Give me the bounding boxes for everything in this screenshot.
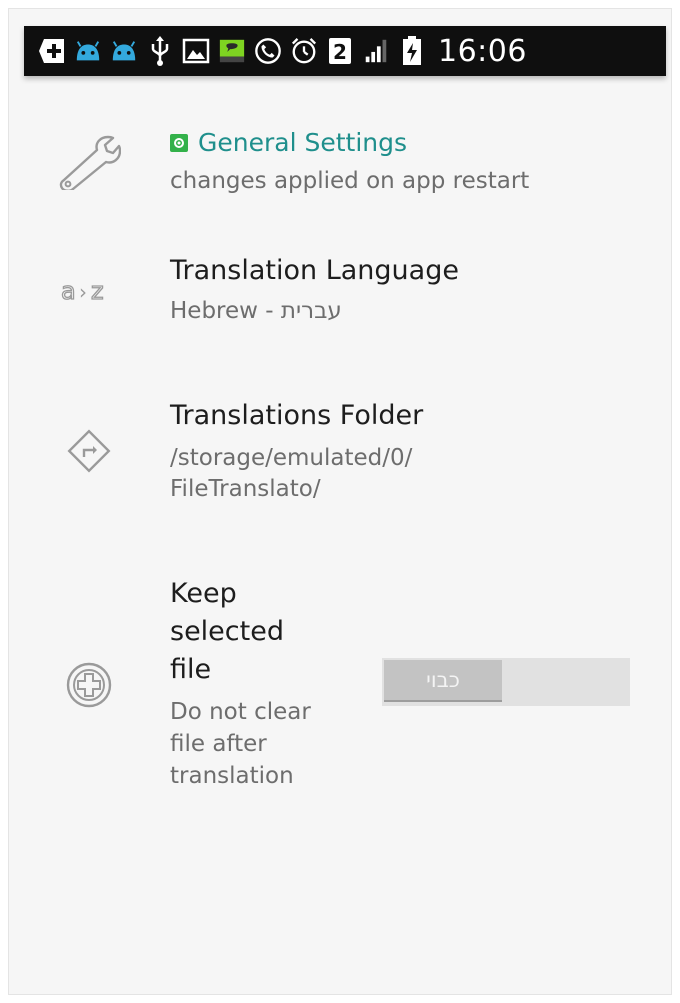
android-icon (74, 35, 102, 67)
image-icon (182, 35, 210, 67)
translations-folder-path-line2: FileTranslato/ (170, 476, 321, 502)
add-circle-icon (54, 655, 124, 715)
alarm-clock-icon (290, 35, 318, 67)
keep-file-summary-line3: translation (170, 763, 294, 789)
keep-file-title-line3: file (170, 654, 212, 685)
chat-app-icon (218, 35, 246, 67)
setting-general[interactable]: General Settings changes applied on app … (24, 120, 664, 210)
translations-folder-title: Translations Folder (170, 400, 424, 431)
directions-sign-icon (54, 423, 124, 479)
status-bar: 2 16:06 (24, 26, 666, 76)
add-box-icon (38, 35, 66, 67)
usb-icon (146, 35, 174, 67)
status-bar-time: 16:06 (438, 33, 527, 69)
keep-file-summary-line1: Do not clear (170, 699, 311, 725)
keep-file-title-line2: selected (170, 616, 284, 647)
svg-text:›: › (79, 280, 87, 304)
svg-text:2: 2 (333, 40, 347, 64)
keep-file-summary-line2: file after (170, 731, 267, 757)
svg-text:a: a (61, 277, 76, 305)
wrench-icon (54, 132, 124, 192)
settings-badge-icon (170, 134, 188, 152)
battery-charging-icon (398, 35, 426, 67)
setting-translation-language[interactable]: a › z Translation Language Hebrew - עברי… (24, 248, 664, 338)
translate-az-icon: a › z (54, 262, 124, 318)
android-icon (110, 35, 138, 67)
toggle-off-label: כבוי (426, 668, 460, 692)
toggle-thumb: כבוי (384, 660, 502, 702)
general-settings-title: General Settings (170, 124, 407, 162)
keep-file-toggle-switch[interactable]: כבוי (382, 658, 630, 706)
svg-text:z: z (91, 277, 104, 305)
general-settings-label: General Settings (198, 128, 408, 157)
translation-language-title: Translation Language (170, 255, 459, 286)
sim-2-icon: 2 (326, 35, 354, 67)
translation-language-summary: Hebrew - עברית (170, 298, 342, 324)
setting-translations-folder[interactable]: Translations Folder /storage/emulated/0/… (24, 393, 664, 513)
signal-icon (362, 35, 390, 67)
setting-keep-selected-file[interactable]: Keep selected file Do not clear file aft… (24, 575, 664, 805)
keep-file-title-line1: Keep (170, 578, 237, 609)
translations-folder-path-line1: /storage/emulated/0/ (170, 445, 413, 471)
general-settings-summary: changes applied on app restart (170, 168, 530, 194)
phone-call-icon (254, 35, 282, 67)
